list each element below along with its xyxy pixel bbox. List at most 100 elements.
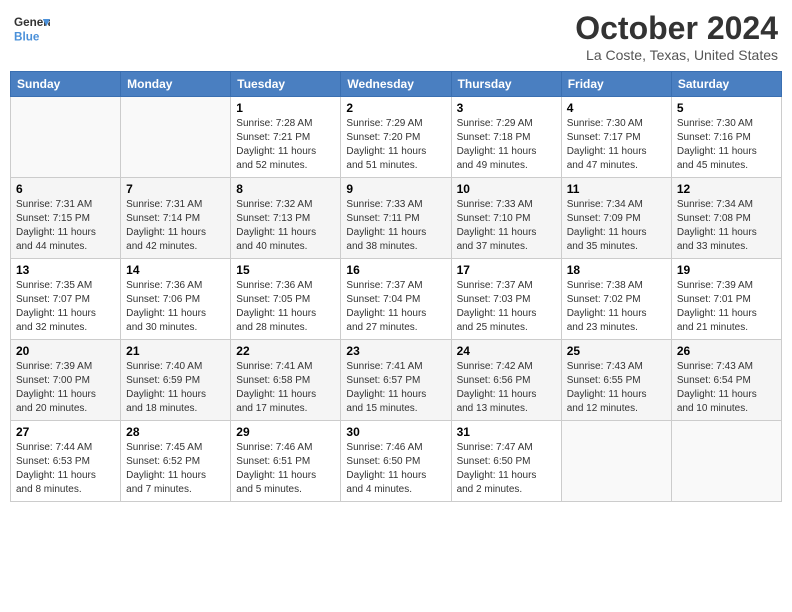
- day-info: Sunrise: 7:47 AM Sunset: 6:50 PM Dayligh…: [457, 441, 556, 497]
- calendar-week-row: 1 Sunrise: 7:28 AM Sunset: 7:21 PM Daylig…: [11, 97, 782, 178]
- calendar-cell: 29 Sunrise: 7:46 AM Sunset: 6:51 PM Dayli…: [231, 421, 341, 502]
- day-info: Sunrise: 7:31 AM Sunset: 7:15 PM Dayligh…: [16, 198, 115, 254]
- day-of-week-header: Thursday: [451, 72, 561, 97]
- day-info: Sunrise: 7:39 AM Sunset: 7:00 PM Dayligh…: [16, 360, 115, 416]
- calendar-cell: 8Sunrise: 7:32 AM Sunset: 7:13 PM Daylig…: [231, 178, 341, 259]
- day-info: Sunrise: 7:31 AM Sunset: 7:14 PM Dayligh…: [126, 198, 225, 254]
- day-info: Sunrise: 7:46 AM Sunset: 6:51 PM Dayligh…: [236, 441, 335, 497]
- calendar-cell: 5Sunrise: 7:30 AM Sunset: 7:16 PM Daylig…: [671, 97, 781, 178]
- calendar-cell: 13 Sunrise: 7:35 AM Sunset: 7:07 PM Dayli…: [11, 259, 121, 340]
- day-of-week-header: Friday: [561, 72, 671, 97]
- day-info: Sunrise: 7:39 AM Sunset: 7:01 PM Dayligh…: [677, 279, 776, 335]
- calendar-cell: 20 Sunrise: 7:39 AM Sunset: 7:00 PM Dayli…: [11, 340, 121, 421]
- day-of-week-header: Sunday: [11, 72, 121, 97]
- day-number: 20: [16, 344, 115, 358]
- day-number: 18: [567, 263, 666, 277]
- calendar-table: SundayMondayTuesdayWednesdayThursdayFrid…: [10, 71, 782, 502]
- calendar-cell: 12Sunrise: 7:34 AM Sunset: 7:08 PM Dayli…: [671, 178, 781, 259]
- calendar-week-row: 6 Sunrise: 7:31 AM Sunset: 7:15 PM Daylig…: [11, 178, 782, 259]
- day-info: Sunrise: 7:29 AM Sunset: 7:20 PM Dayligh…: [346, 117, 445, 173]
- day-info: Sunrise: 7:36 AM Sunset: 7:05 PM Dayligh…: [236, 279, 335, 335]
- calendar-cell: 24 Sunrise: 7:42 AM Sunset: 6:56 PM Dayli…: [451, 340, 561, 421]
- day-of-week-header: Wednesday: [341, 72, 451, 97]
- day-info: Sunrise: 7:32 AM Sunset: 7:13 PM Dayligh…: [236, 198, 335, 254]
- day-number: 11: [567, 182, 666, 196]
- day-number: 7: [126, 182, 225, 196]
- day-info: Sunrise: 7:35 AM Sunset: 7:07 PM Dayligh…: [16, 279, 115, 335]
- day-info: Sunrise: 7:42 AM Sunset: 6:56 PM Dayligh…: [457, 360, 556, 416]
- svg-text:General: General: [14, 16, 50, 29]
- day-number: 22: [236, 344, 335, 358]
- day-number: 15: [236, 263, 335, 277]
- day-info: Sunrise: 7:45 AM Sunset: 6:52 PM Dayligh…: [126, 441, 225, 497]
- day-info: Sunrise: 7:33 AM Sunset: 7:10 PM Dayligh…: [457, 198, 556, 254]
- calendar-cell: 16 Sunrise: 7:37 AM Sunset: 7:04 PM Dayli…: [341, 259, 451, 340]
- calendar-cell: 1 Sunrise: 7:28 AM Sunset: 7:21 PM Daylig…: [231, 97, 341, 178]
- page-subtitle: La Coste, Texas, United States: [575, 47, 778, 63]
- day-info: Sunrise: 7:37 AM Sunset: 7:03 PM Dayligh…: [457, 279, 556, 335]
- calendar-week-row: 13 Sunrise: 7:35 AM Sunset: 7:07 PM Dayli…: [11, 259, 782, 340]
- day-number: 13: [16, 263, 115, 277]
- day-number: 1: [236, 101, 335, 115]
- calendar-cell: 28Sunrise: 7:45 AM Sunset: 6:52 PM Dayli…: [121, 421, 231, 502]
- calendar-cell: 2 Sunrise: 7:29 AM Sunset: 7:20 PM Daylig…: [341, 97, 451, 178]
- calendar-cell: 26 Sunrise: 7:43 AM Sunset: 6:54 PM Dayli…: [671, 340, 781, 421]
- day-info: Sunrise: 7:33 AM Sunset: 7:11 PM Dayligh…: [346, 198, 445, 254]
- calendar-header-row: SundayMondayTuesdayWednesdayThursdayFrid…: [11, 72, 782, 97]
- day-info: Sunrise: 7:40 AM Sunset: 6:59 PM Dayligh…: [126, 360, 225, 416]
- calendar-cell: [11, 97, 121, 178]
- calendar-cell: 14 Sunrise: 7:36 AM Sunset: 7:06 PM Dayli…: [121, 259, 231, 340]
- day-info: Sunrise: 7:38 AM Sunset: 7:02 PM Dayligh…: [567, 279, 666, 335]
- calendar-cell: 7 Sunrise: 7:31 AM Sunset: 7:14 PM Daylig…: [121, 178, 231, 259]
- calendar-week-row: 20 Sunrise: 7:39 AM Sunset: 7:00 PM Dayli…: [11, 340, 782, 421]
- day-number: 19: [677, 263, 776, 277]
- day-number: 14: [126, 263, 225, 277]
- calendar-cell: [561, 421, 671, 502]
- day-info: Sunrise: 7:37 AM Sunset: 7:04 PM Dayligh…: [346, 279, 445, 335]
- day-number: 30: [346, 425, 445, 439]
- day-of-week-header: Tuesday: [231, 72, 341, 97]
- calendar-cell: 10 Sunrise: 7:33 AM Sunset: 7:10 PM Dayli…: [451, 178, 561, 259]
- day-info: Sunrise: 7:30 AM Sunset: 7:16 PM Dayligh…: [677, 117, 776, 173]
- page-header: General Blue October 2024 La Coste, Texa…: [10, 10, 782, 63]
- day-info: Sunrise: 7:46 AM Sunset: 6:50 PM Dayligh…: [346, 441, 445, 497]
- calendar-cell: [121, 97, 231, 178]
- day-number: 2: [346, 101, 445, 115]
- calendar-cell: 25Sunrise: 7:43 AM Sunset: 6:55 PM Dayli…: [561, 340, 671, 421]
- day-of-week-header: Saturday: [671, 72, 781, 97]
- day-info: Sunrise: 7:34 AM Sunset: 7:08 PM Dayligh…: [677, 198, 776, 254]
- calendar-cell: 6 Sunrise: 7:31 AM Sunset: 7:15 PM Daylig…: [11, 178, 121, 259]
- day-info: Sunrise: 7:43 AM Sunset: 6:54 PM Dayligh…: [677, 360, 776, 416]
- calendar-cell: [671, 421, 781, 502]
- title-block: October 2024 La Coste, Texas, United Sta…: [575, 10, 778, 63]
- day-number: 23: [346, 344, 445, 358]
- day-info: Sunrise: 7:29 AM Sunset: 7:18 PM Dayligh…: [457, 117, 556, 173]
- calendar-cell: 27Sunrise: 7:44 AM Sunset: 6:53 PM Dayli…: [11, 421, 121, 502]
- calendar-cell: 30 Sunrise: 7:46 AM Sunset: 6:50 PM Dayli…: [341, 421, 451, 502]
- day-info: Sunrise: 7:41 AM Sunset: 6:58 PM Dayligh…: [236, 360, 335, 416]
- day-number: 29: [236, 425, 335, 439]
- day-info: Sunrise: 7:28 AM Sunset: 7:21 PM Dayligh…: [236, 117, 335, 173]
- page-title: October 2024: [575, 10, 778, 47]
- day-number: 24: [457, 344, 556, 358]
- day-number: 9: [346, 182, 445, 196]
- calendar-cell: 19 Sunrise: 7:39 AM Sunset: 7:01 PM Dayli…: [671, 259, 781, 340]
- day-number: 3: [457, 101, 556, 115]
- day-number: 6: [16, 182, 115, 196]
- calendar-cell: 31 Sunrise: 7:47 AM Sunset: 6:50 PM Dayli…: [451, 421, 561, 502]
- day-of-week-header: Monday: [121, 72, 231, 97]
- day-number: 16: [346, 263, 445, 277]
- day-info: Sunrise: 7:41 AM Sunset: 6:57 PM Dayligh…: [346, 360, 445, 416]
- calendar-cell: 4Sunrise: 7:30 AM Sunset: 7:17 PM Daylig…: [561, 97, 671, 178]
- calendar-cell: 3 Sunrise: 7:29 AM Sunset: 7:18 PM Daylig…: [451, 97, 561, 178]
- day-number: 26: [677, 344, 776, 358]
- day-number: 10: [457, 182, 556, 196]
- day-info: Sunrise: 7:36 AM Sunset: 7:06 PM Dayligh…: [126, 279, 225, 335]
- logo: General Blue: [14, 10, 54, 46]
- day-info: Sunrise: 7:34 AM Sunset: 7:09 PM Dayligh…: [567, 198, 666, 254]
- calendar-cell: 17 Sunrise: 7:37 AM Sunset: 7:03 PM Dayli…: [451, 259, 561, 340]
- day-number: 31: [457, 425, 556, 439]
- day-number: 25: [567, 344, 666, 358]
- calendar-week-row: 27Sunrise: 7:44 AM Sunset: 6:53 PM Dayli…: [11, 421, 782, 502]
- day-number: 17: [457, 263, 556, 277]
